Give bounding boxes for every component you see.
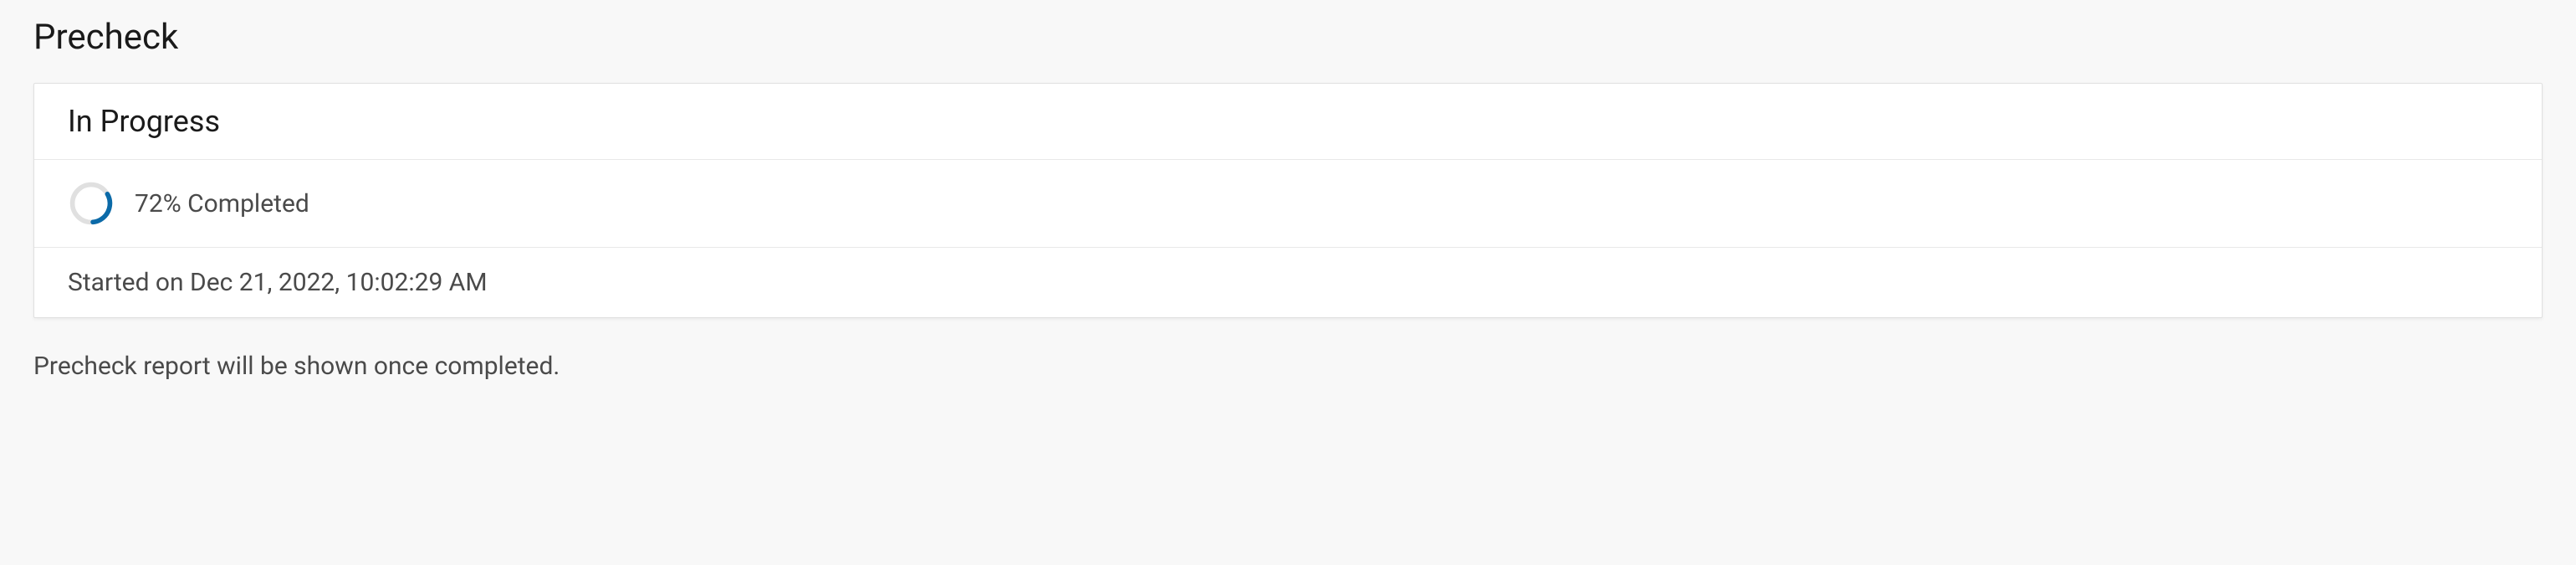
loading-spinner-icon xyxy=(68,180,115,227)
report-note: Precheck report will be shown once compl… xyxy=(33,352,2543,381)
progress-row: 72% Completed xyxy=(34,160,2542,248)
page-title: Precheck xyxy=(33,17,2543,58)
status-header: In Progress xyxy=(34,84,2542,160)
status-card: In Progress 72% Completed Started on Dec… xyxy=(33,83,2543,318)
progress-text: 72% Completed xyxy=(135,189,309,218)
started-timestamp: Started on Dec 21, 2022, 10:02:29 AM xyxy=(34,248,2542,317)
